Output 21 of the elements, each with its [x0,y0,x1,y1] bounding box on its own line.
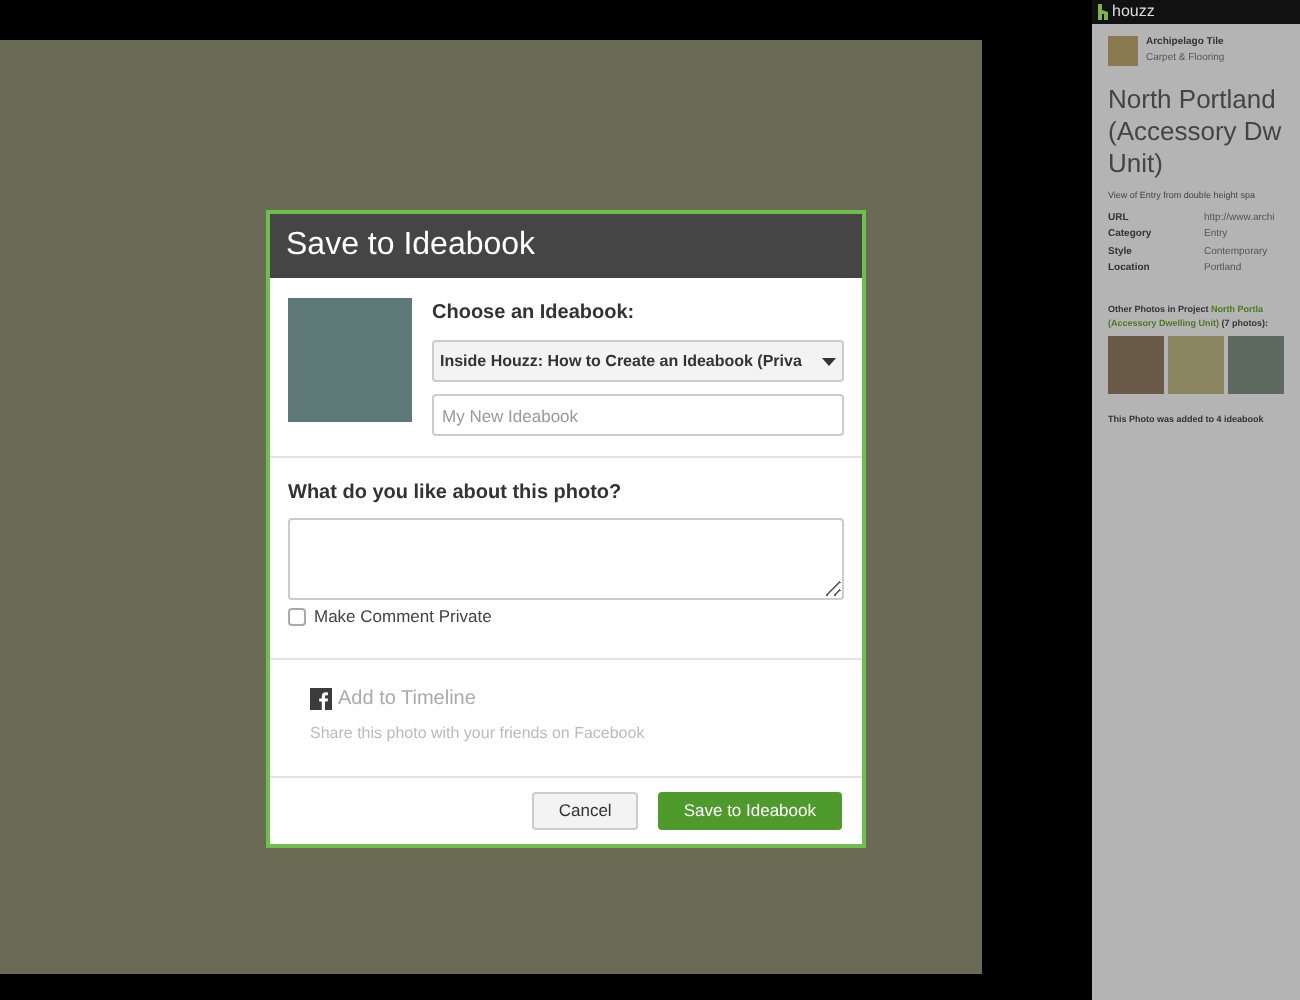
project-title: North Portland (Accessory Dw Unit) [1108,84,1284,180]
new-ideabook-field[interactable]: My New Ideabook [432,394,844,436]
facebook-icon [310,687,332,710]
logo-text: houzz [1112,4,1155,20]
logo-icon [1098,4,1108,20]
photo-thumbnail [288,298,412,422]
timeline-description: Share this photo with your friends on Facebook [310,721,647,746]
private-label: Make Comment Private [314,604,492,630]
comment-field[interactable] [288,518,844,600]
photo-thumbnail[interactable] [1228,336,1284,395]
cancel-button[interactable]: Cancel [532,791,638,830]
photo-thumbnail[interactable] [1168,336,1224,395]
caret-icon [822,357,836,365]
comment-label: What do you like about this photo? [288,480,624,508]
choose-label: Choose an Ideabook: [432,300,637,328]
dialog-title: Save to Ideabook [286,226,536,266]
private-checkbox[interactable] [288,607,306,626]
ideabook-select[interactable]: Inside Houzz: How to Create an Ideabook (Priva [432,340,844,382]
pro-logo [1108,36,1138,66]
photo-thumbnail[interactable] [1108,336,1164,395]
save-button[interactable]: Save to Ideabook [657,791,842,830]
